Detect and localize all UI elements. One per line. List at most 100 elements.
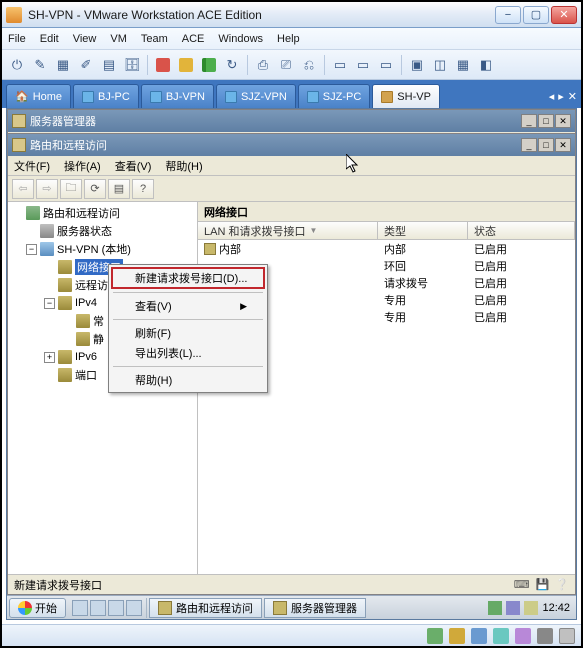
tb-screen3-icon[interactable]: ▭ bbox=[375, 54, 397, 76]
rras-app-icon bbox=[12, 138, 26, 152]
menu-edit[interactable]: Edit bbox=[40, 33, 59, 45]
menu-ace[interactable]: ACE bbox=[182, 33, 205, 45]
interface-icon bbox=[204, 243, 216, 255]
menu-windows[interactable]: Windows bbox=[218, 33, 263, 45]
context-menu: 新建请求拨号接口(D)... 查看(V)▶ 刷新(F) 导出列表(L)... 帮… bbox=[108, 264, 268, 393]
ctx-view[interactable]: 查看(V)▶ bbox=[111, 296, 265, 316]
taskbar-rras[interactable]: 路由和远程访问 bbox=[149, 598, 262, 618]
vmware-maximize-button[interactable]: ▢ bbox=[523, 6, 549, 24]
tb-grid-icon[interactable]: ▤ bbox=[98, 54, 120, 76]
tray-icon[interactable] bbox=[488, 601, 502, 615]
ql-item-icon[interactable] bbox=[126, 600, 142, 616]
tab-bj-vpn[interactable]: BJ-VPN bbox=[141, 84, 214, 108]
device-hdd-icon[interactable] bbox=[427, 628, 443, 644]
tb-fullscreen-icon[interactable]: ▣ bbox=[406, 54, 428, 76]
rras-back-icon[interactable]: ⇦ bbox=[12, 179, 34, 199]
ctx-new-demand-dial[interactable]: 新建请求拨号接口(D)... bbox=[111, 267, 265, 289]
tb-snapmgr-icon[interactable]: ⎚ bbox=[275, 54, 297, 76]
rras-menu-help[interactable]: 帮助(H) bbox=[165, 158, 202, 174]
rras-forward-icon[interactable]: ⇨ bbox=[36, 179, 58, 199]
tab-sjz-vpn[interactable]: SJZ-VPN bbox=[216, 84, 296, 108]
expander-icon[interactable]: + bbox=[44, 352, 55, 363]
vmware-titlebar: SH-VPN - VMware Workstation ACE Edition … bbox=[2, 2, 581, 28]
tb-play-icon[interactable] bbox=[198, 54, 220, 76]
device-display-icon[interactable] bbox=[559, 628, 575, 644]
rras-close-button[interactable]: ✕ bbox=[555, 138, 571, 152]
device-cd-icon[interactable] bbox=[449, 628, 465, 644]
vm-icon bbox=[307, 91, 319, 103]
ql-item-icon[interactable] bbox=[90, 600, 106, 616]
vmware-statusbar bbox=[2, 624, 581, 646]
ql-item-icon[interactable] bbox=[72, 600, 88, 616]
tb-power-icon[interactable]: ⏻ bbox=[6, 54, 28, 76]
tabs-close-icon[interactable]: ✕ bbox=[568, 90, 577, 103]
rras-help-icon[interactable]: ? bbox=[132, 179, 154, 199]
device-net-icon[interactable] bbox=[493, 628, 509, 644]
rras-menu-file[interactable]: 文件(F) bbox=[14, 158, 50, 174]
vmware-minimize-button[interactable]: − bbox=[495, 6, 521, 24]
menu-file[interactable]: File bbox=[8, 33, 26, 45]
rras-menu-view[interactable]: 查看(V) bbox=[115, 158, 152, 174]
tb-stop-icon[interactable] bbox=[152, 54, 174, 76]
tray-icon[interactable] bbox=[524, 601, 538, 615]
rras-titlebar[interactable]: 路由和远程访问 _ □ ✕ bbox=[8, 134, 575, 156]
ctx-refresh[interactable]: 刷新(F) bbox=[111, 323, 265, 343]
tb-server-icon[interactable]: 🗄 bbox=[121, 54, 143, 76]
device-sound-icon[interactable] bbox=[515, 628, 531, 644]
taskbar-srvmgr[interactable]: 服务器管理器 bbox=[264, 598, 366, 618]
srvmgr-maximize-button[interactable]: □ bbox=[538, 114, 554, 128]
tb-reset-icon[interactable]: ↻ bbox=[221, 54, 243, 76]
ctx-export-list[interactable]: 导出列表(L)... bbox=[111, 343, 265, 363]
menu-team[interactable]: Team bbox=[141, 33, 168, 45]
tb-edit-icon[interactable]: ✎ bbox=[29, 54, 51, 76]
tab-bj-pc[interactable]: BJ-PC bbox=[73, 84, 139, 108]
menu-view[interactable]: View bbox=[73, 33, 97, 45]
col-status[interactable]: 状态 bbox=[468, 222, 575, 239]
tb-pause-icon[interactable] bbox=[175, 54, 197, 76]
srvmgr-close-button[interactable]: ✕ bbox=[555, 114, 571, 128]
vmware-close-button[interactable]: ✕ bbox=[551, 6, 577, 24]
rras-maximize-button[interactable]: □ bbox=[538, 138, 554, 152]
list-row[interactable]: 内部 内部 已启用 bbox=[198, 240, 575, 257]
tb-compose-icon[interactable]: ✐ bbox=[75, 54, 97, 76]
tray-clock[interactable]: 12:42 bbox=[542, 602, 570, 614]
tb-unity-icon[interactable]: ◫ bbox=[429, 54, 451, 76]
tab-sjz-pc[interactable]: SJZ-PC bbox=[298, 84, 371, 108]
tab-sh-vp[interactable]: SH-VP bbox=[372, 84, 440, 108]
tabs-scroll-right-icon[interactable]: ▸ bbox=[558, 90, 564, 103]
col-name[interactable]: LAN 和请求拨号接口▼ bbox=[198, 222, 378, 239]
menu-vm[interactable]: VM bbox=[110, 33, 127, 45]
tb-snapshot-icon[interactable]: ⎙ bbox=[252, 54, 274, 76]
tray-icon[interactable] bbox=[506, 601, 520, 615]
tb-screen2-icon[interactable]: ▭ bbox=[352, 54, 374, 76]
menu-help[interactable]: Help bbox=[277, 33, 300, 45]
ipv6-icon bbox=[58, 350, 72, 364]
vmware-menubar: File Edit View VM Team ACE Windows Help bbox=[2, 28, 581, 50]
tree-root[interactable]: 路由和远程访问 bbox=[8, 204, 197, 222]
windows-logo-icon bbox=[18, 601, 32, 615]
rras-up-icon[interactable]: 🗀 bbox=[60, 179, 82, 199]
ql-item-icon[interactable] bbox=[108, 600, 124, 616]
tb-box-icon[interactable]: ▦ bbox=[52, 54, 74, 76]
rras-minimize-button[interactable]: _ bbox=[521, 138, 537, 152]
rras-properties-icon[interactable]: ▤ bbox=[108, 179, 130, 199]
srvmgr-minimize-button[interactable]: _ bbox=[521, 114, 537, 128]
ctx-help[interactable]: 帮助(H) bbox=[111, 370, 265, 390]
tb-sidebar-icon[interactable]: ◧ bbox=[475, 54, 497, 76]
tree-server-status[interactable]: 服务器状态 bbox=[8, 222, 197, 240]
device-usb-icon[interactable] bbox=[537, 628, 553, 644]
tree-server[interactable]: −SH-VPN (本地) bbox=[8, 240, 197, 258]
tb-screen1-icon[interactable]: ▭ bbox=[329, 54, 351, 76]
col-type[interactable]: 类型 bbox=[378, 222, 468, 239]
tabs-scroll-left-icon[interactable]: ◂ bbox=[549, 90, 555, 103]
expander-icon[interactable]: − bbox=[44, 298, 55, 309]
rras-refresh-icon[interactable]: ⟳ bbox=[84, 179, 106, 199]
start-button[interactable]: 开始 bbox=[9, 598, 66, 618]
tb-thumb-icon[interactable]: ▦ bbox=[452, 54, 474, 76]
device-floppy-icon[interactable] bbox=[471, 628, 487, 644]
expander-icon[interactable]: − bbox=[26, 244, 37, 255]
rras-menu-action[interactable]: 操作(A) bbox=[64, 158, 101, 174]
ipv4-icon bbox=[58, 296, 72, 310]
tab-home[interactable]: 🏠Home bbox=[6, 84, 71, 108]
tb-revert-icon[interactable]: ⎌ bbox=[298, 54, 320, 76]
